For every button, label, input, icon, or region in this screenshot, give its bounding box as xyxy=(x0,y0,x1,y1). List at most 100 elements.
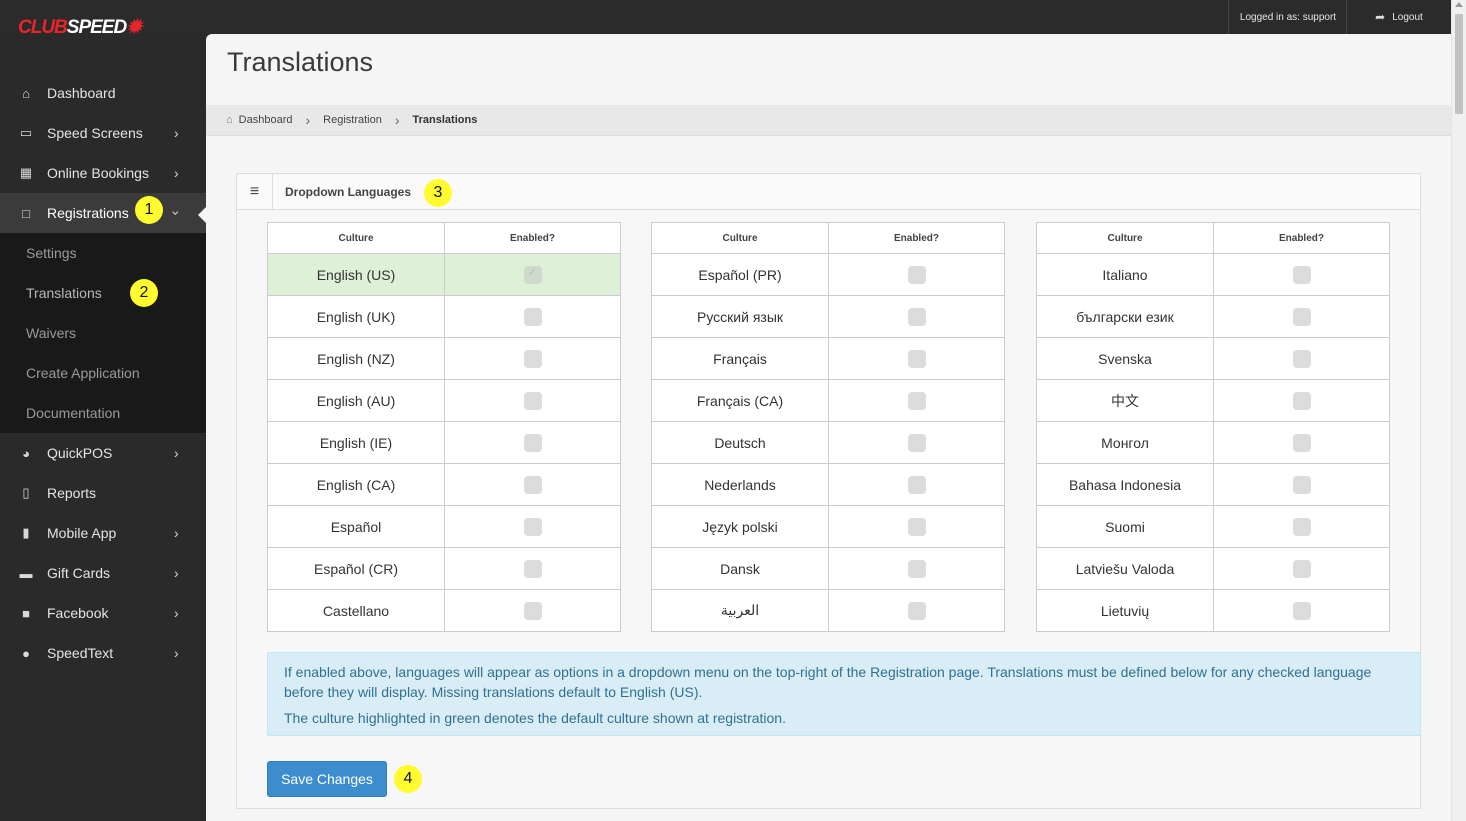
dropdown-languages-panel: ≡ Dropdown Languages Culture Enabled? Engl… xyxy=(236,173,1421,809)
enabled-checkbox[interactable] xyxy=(1292,349,1311,368)
home-icon: ⌂ xyxy=(22,85,30,101)
sidebar-item-label: Gift Cards xyxy=(47,565,111,581)
chevron-right-icon: › xyxy=(174,165,179,181)
sidebar-item-speed-screens[interactable]: ▭ Speed Screens › xyxy=(0,113,206,153)
submenu-translations[interactable]: Translations xyxy=(26,273,102,313)
culture-name: Español (CR) xyxy=(267,547,445,590)
chevron-right-icon: › xyxy=(174,605,179,621)
sidebar-item-dashboard[interactable]: ⌂ Dashboard xyxy=(0,73,206,113)
table-row: Lietuvių xyxy=(1036,589,1390,632)
enabled-checkbox[interactable] xyxy=(523,433,542,452)
submenu-documentation[interactable]: Documentation xyxy=(26,393,120,433)
facebook-icon: ■ xyxy=(22,605,30,621)
top-bar: CLUBSPEED✹ Logged in as: support ➦ Logout xyxy=(0,0,1466,38)
culture-name: English (CA) xyxy=(267,463,445,506)
enabled-checkbox[interactable] xyxy=(1292,475,1311,494)
sidebar-item-speedtext[interactable]: ● SpeedText › xyxy=(0,633,206,673)
gear-logo-icon: ✹ xyxy=(126,17,142,38)
enabled-checkbox[interactable] xyxy=(907,349,926,368)
info-alert: If enabled above, languages will appear … xyxy=(267,652,1421,736)
panel-title: Dropdown Languages xyxy=(285,185,411,199)
page-scrollbar[interactable] xyxy=(1451,0,1466,821)
enabled-cell xyxy=(1213,463,1390,506)
enabled-checkbox[interactable] xyxy=(907,475,926,494)
breadcrumb-dashboard[interactable]: Dashboard xyxy=(239,114,293,126)
table-row: العربية xyxy=(651,589,1005,632)
breadcrumb-registration[interactable]: Registration xyxy=(323,114,382,126)
submenu-waivers[interactable]: Waivers xyxy=(26,313,76,353)
chat-icon: ● xyxy=(22,645,30,661)
enabled-checkbox[interactable] xyxy=(1292,559,1311,578)
enabled-checkbox[interactable] xyxy=(1292,433,1311,452)
enabled-checkbox[interactable] xyxy=(907,307,926,326)
logged-in-user[interactable]: Logged in as: support xyxy=(1228,0,1347,34)
square-icon: □ xyxy=(22,205,30,221)
sidebar-item-registrations[interactable]: □ Registrations › xyxy=(0,193,206,233)
culture-table-1: Culture Enabled? English (US) ✓ English (UK)… xyxy=(267,222,621,632)
enabled-cell xyxy=(444,505,621,548)
enabled-cell xyxy=(1213,589,1390,632)
sidebar-item-mobile-app[interactable]: ▮ Mobile App › xyxy=(0,513,206,553)
mobile-icon: ▮ xyxy=(22,525,30,540)
submenu-settings[interactable]: Settings xyxy=(26,233,77,273)
enabled-checkbox[interactable] xyxy=(523,349,542,368)
enabled-checkbox[interactable] xyxy=(523,601,542,620)
active-item-caret xyxy=(198,207,206,223)
enabled-checkbox[interactable] xyxy=(1292,601,1311,620)
table-row: Español (CR) xyxy=(267,547,621,590)
table-row: Deutsch xyxy=(651,421,1005,464)
enabled-cell xyxy=(444,337,621,380)
culture-table-2: Culture Enabled? Español (PR) Русский язык F… xyxy=(651,222,1005,632)
enabled-checkbox[interactable] xyxy=(1292,265,1311,284)
sidebar-item-online-bookings[interactable]: ▦ Online Bookings › xyxy=(0,153,206,193)
submenu-create-application[interactable]: Create Application xyxy=(26,353,140,393)
table-row: Suomi xyxy=(1036,505,1390,548)
enabled-checkbox[interactable] xyxy=(907,391,926,410)
enabled-cell xyxy=(1213,337,1390,380)
annotation-marker-2: 2 xyxy=(130,279,158,307)
enabled-checkbox[interactable] xyxy=(523,475,542,494)
enabled-checkbox[interactable] xyxy=(1292,391,1311,410)
enabled-cell xyxy=(444,379,621,422)
clubspeed-logo[interactable]: CLUBSPEED✹ xyxy=(18,17,142,38)
enabled-checkbox[interactable] xyxy=(907,601,926,620)
enabled-checkbox[interactable] xyxy=(523,307,542,326)
save-changes-button[interactable]: Save Changes xyxy=(267,761,387,797)
sidebar-item-gift-cards[interactable]: ▬ Gift Cards › xyxy=(0,553,206,593)
column-header-culture: Culture xyxy=(651,222,829,254)
sidebar-item-quickpos[interactable]: ◕ QuickPOS › xyxy=(0,433,206,473)
enabled-checkbox[interactable] xyxy=(523,559,542,578)
logo-club-text: CLUB xyxy=(18,17,68,38)
column-header-enabled: Enabled? xyxy=(828,222,1005,254)
enabled-checkbox[interactable] xyxy=(907,517,926,536)
culture-name: Svenska xyxy=(1036,337,1214,380)
enabled-checkbox[interactable] xyxy=(523,517,542,536)
calendar-icon: ▦ xyxy=(19,165,33,180)
enabled-checkbox[interactable] xyxy=(1292,517,1311,536)
scroll-up-arrow-icon[interactable] xyxy=(1455,2,1463,7)
gauge-icon: ◕ xyxy=(22,445,30,461)
enabled-checkbox[interactable] xyxy=(907,559,926,578)
chevron-right-icon: › xyxy=(174,445,179,461)
table-row: Nederlands xyxy=(651,463,1005,506)
enabled-checkbox[interactable] xyxy=(1292,307,1311,326)
culture-name: العربية xyxy=(651,589,829,632)
enabled-checkbox[interactable] xyxy=(907,433,926,452)
enabled-cell xyxy=(1213,505,1390,548)
scrollbar-thumb[interactable] xyxy=(1455,14,1463,114)
table-row: Italiano xyxy=(1036,253,1390,296)
sidebar-item-facebook[interactable]: ■ Facebook › xyxy=(0,593,206,633)
enabled-checkbox[interactable] xyxy=(907,265,926,284)
table-row: Dansk xyxy=(651,547,1005,590)
logout-button[interactable]: ➦ Logout xyxy=(1346,0,1451,34)
sidebar-item-label: Online Bookings xyxy=(47,165,149,181)
sidebar-item-reports[interactable]: ▯ Reports xyxy=(0,473,206,513)
culture-name: Français xyxy=(651,337,829,380)
enabled-checkbox[interactable] xyxy=(523,391,542,410)
hamburger-menu-icon[interactable]: ≡ xyxy=(237,174,273,209)
sidebar-item-label: Registrations xyxy=(47,205,129,221)
enabled-cell xyxy=(444,547,621,590)
table-row: English (US) ✓ xyxy=(267,253,621,296)
enabled-cell xyxy=(444,463,621,506)
enabled-cell xyxy=(1213,379,1390,422)
